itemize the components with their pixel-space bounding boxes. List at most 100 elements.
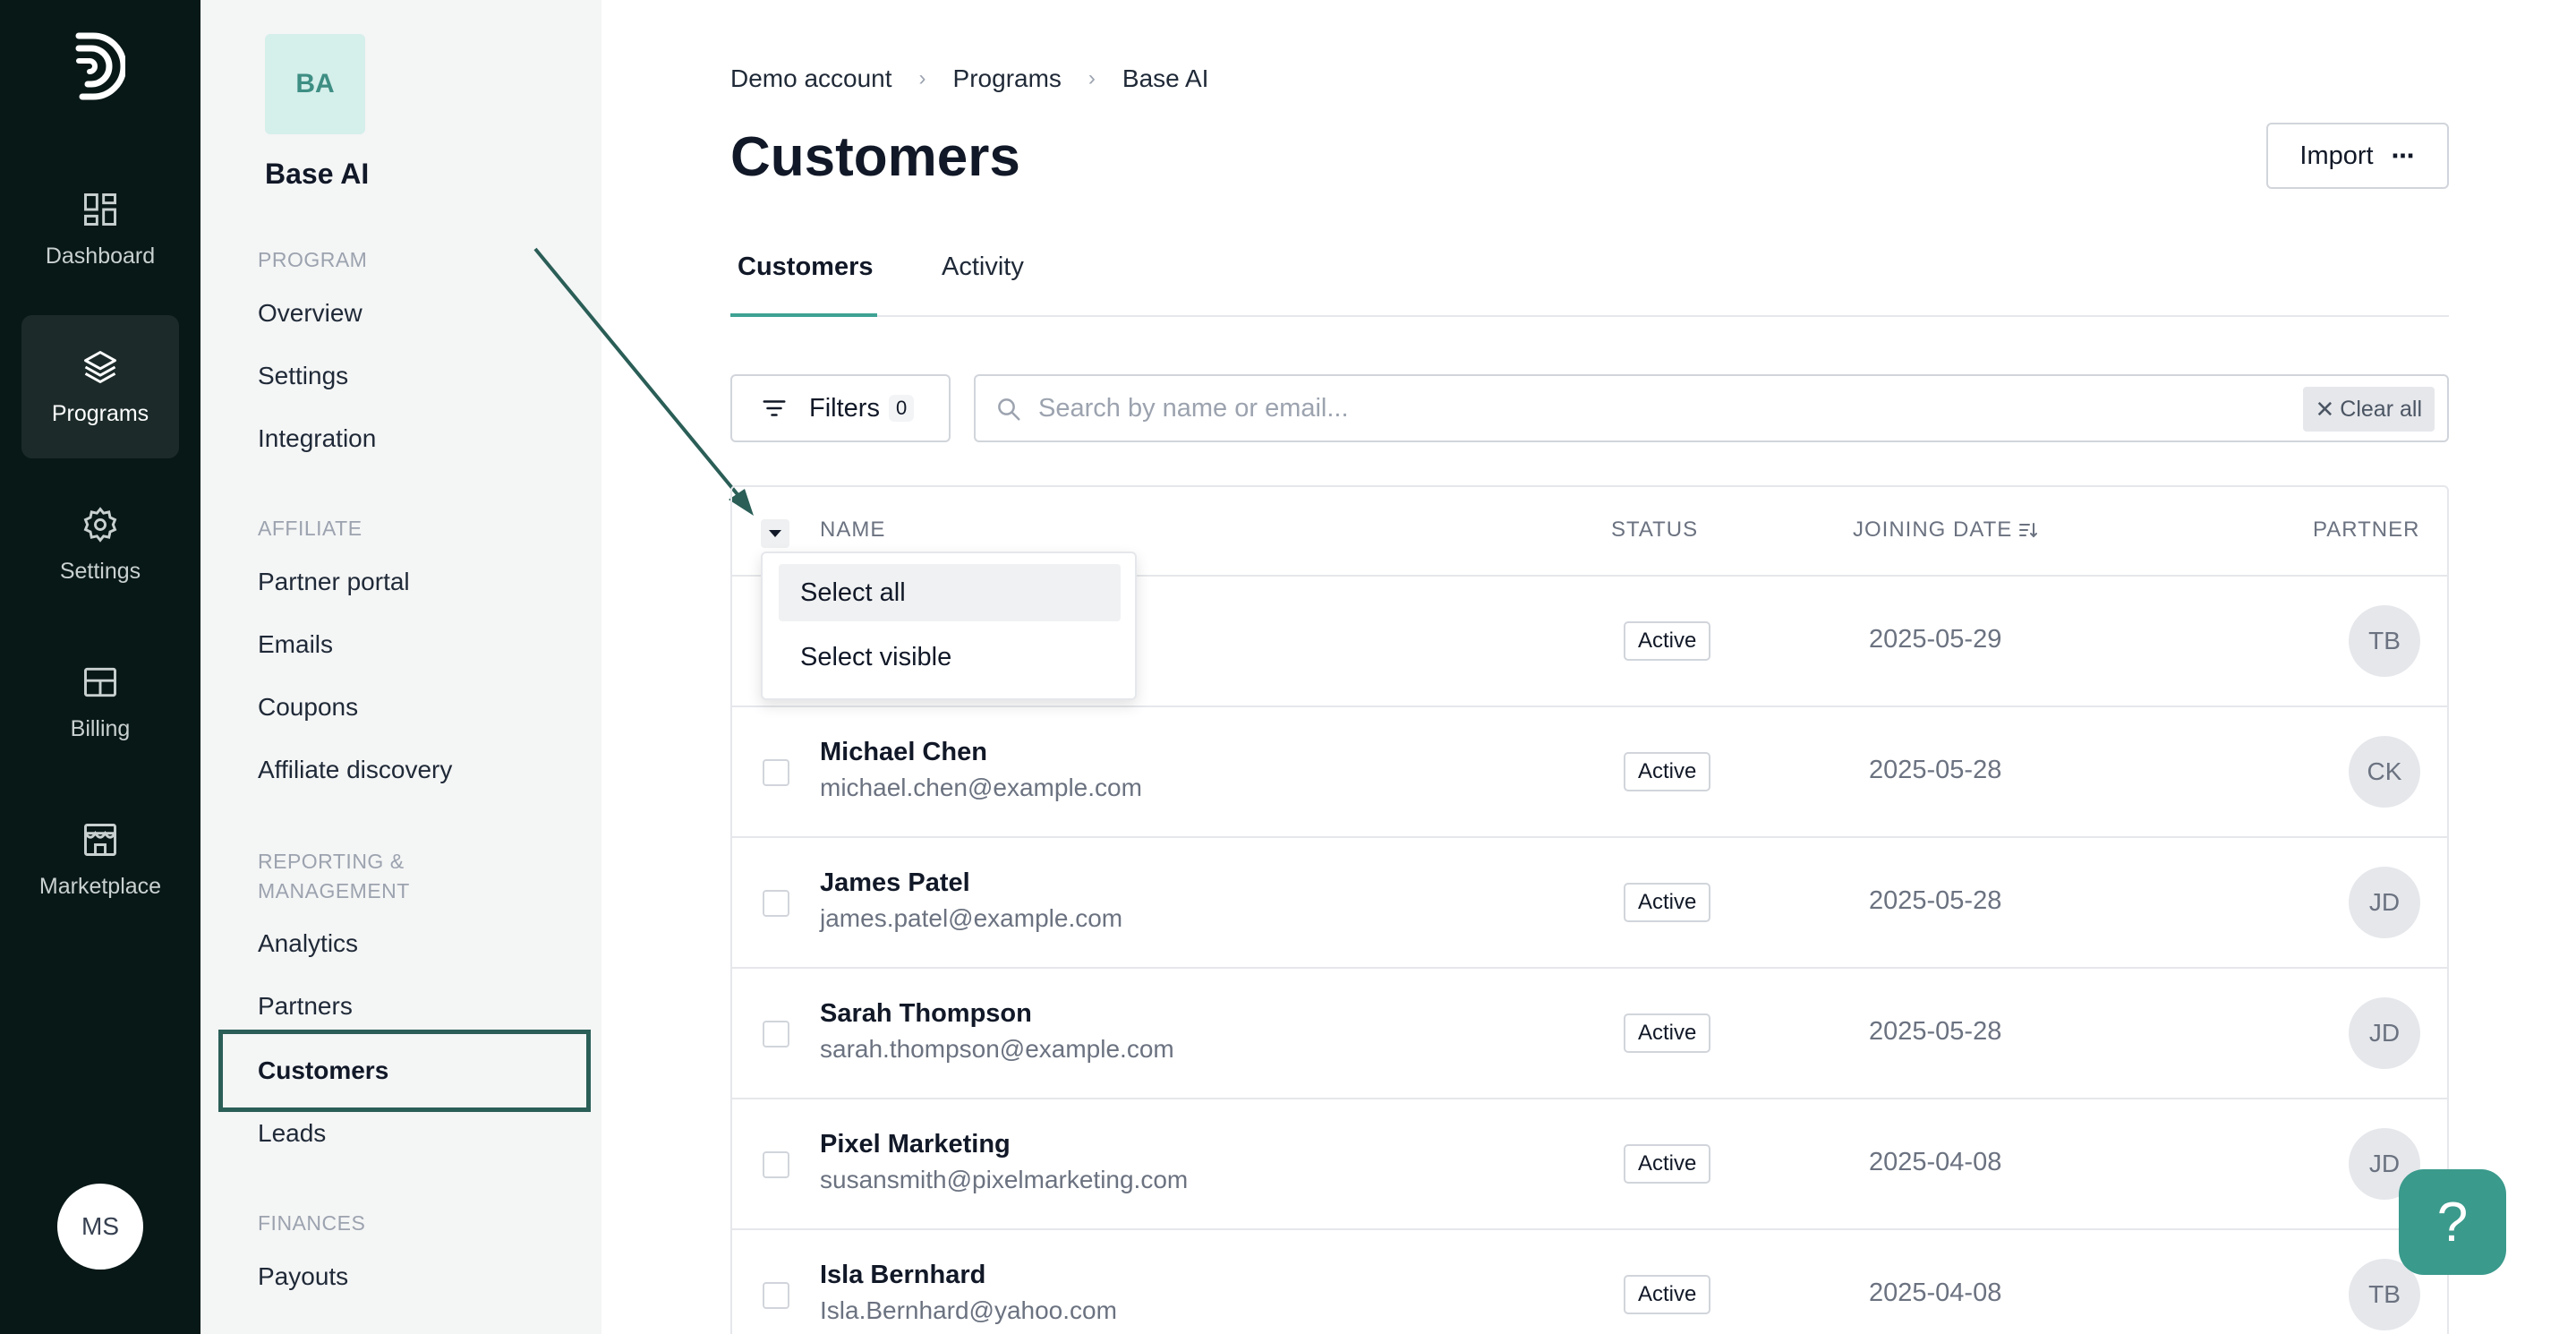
partner-avatar[interactable]: TB — [2349, 605, 2420, 677]
sidebar-item-emails[interactable]: Emails — [258, 630, 333, 659]
row-checkbox[interactable] — [763, 890, 789, 917]
joining-date: 2025-05-29 — [1869, 625, 2002, 654]
help-button[interactable]: ? — [2399, 1169, 2506, 1275]
column-header-name: NAME — [820, 517, 886, 542]
tab-activity[interactable]: Activity — [942, 252, 1024, 282]
row-checkbox[interactable] — [763, 1282, 789, 1309]
tab-customers[interactable]: Customers — [738, 252, 874, 282]
select-all-option[interactable]: Select all — [779, 564, 1121, 621]
customer-name: Pixel Marketing — [820, 1130, 1011, 1159]
rail-item-marketplace[interactable]: Marketplace — [21, 788, 179, 931]
sidebar-item-payouts[interactable]: Payouts — [258, 1262, 348, 1291]
chevron-right-icon: › — [918, 66, 926, 90]
customer-email: sarah.thompson@example.com — [820, 1035, 1174, 1063]
filters-count-badge: 0 — [888, 395, 915, 422]
rail-item-programs[interactable]: Programs — [21, 315, 179, 458]
partner-avatar[interactable]: JD — [2349, 867, 2420, 938]
sidebar-item-overview[interactable]: Overview — [258, 299, 363, 328]
rail-item-label: Programs — [51, 400, 149, 426]
table-row[interactable]: Sarah Thompson sarah.thompson@example.co… — [732, 969, 2447, 1099]
billing-icon — [84, 667, 116, 697]
section-program: PROGRAM — [258, 248, 368, 271]
close-icon: ✕ — [2315, 395, 2335, 423]
customer-email: susansmith@pixelmarketing.com — [820, 1166, 1189, 1193]
sidebar-item-integration[interactable]: Integration — [258, 424, 376, 453]
filters-label: Filters — [809, 393, 880, 423]
section-reporting: REPORTING & MANAGEMENT — [258, 847, 410, 906]
column-header-status: STATUS — [1611, 517, 1699, 542]
import-button[interactable]: Import ⋯ — [2266, 123, 2449, 189]
section-affiliate: AFFILIATE — [258, 517, 363, 540]
tab-bar: Customers Activity — [730, 242, 2449, 317]
status-badge: Active — [1624, 1013, 1711, 1053]
table-row[interactable]: Michael Chen michael.chen@example.com Ac… — [732, 707, 2447, 838]
rail-item-label: Dashboard — [45, 243, 156, 269]
page-title: Customers — [730, 126, 1020, 188]
rail-item-label: Billing — [70, 715, 131, 741]
program-title: Base AI — [265, 158, 370, 190]
filters-button[interactable]: Filters 0 — [730, 374, 951, 442]
sidebar-item-leads[interactable]: Leads — [258, 1119, 326, 1148]
rail-item-label: Marketplace — [38, 873, 162, 899]
column-header-joining-date-label: JOINING DATE — [1853, 517, 2013, 542]
customer-name: Michael Chen — [820, 738, 987, 766]
section-reporting-line2: MANAGEMENT — [258, 879, 410, 902]
breadcrumb-item-account[interactable]: Demo account — [730, 64, 892, 93]
clear-all-button[interactable]: ✕ Clear all — [2302, 387, 2435, 432]
dashboard-icon — [84, 192, 116, 226]
app-rail: Dashboard Programs Settings Billing Mark… — [0, 0, 200, 1334]
joining-date: 2025-05-28 — [1869, 756, 2002, 784]
rail-item-label: Settings — [59, 558, 141, 584]
sidebar-item-settings[interactable]: Settings — [258, 362, 348, 390]
select-dropdown-toggle[interactable] — [761, 519, 789, 548]
import-label: Import — [2299, 141, 2374, 170]
row-checkbox[interactable] — [763, 759, 789, 786]
sidebar-item-affiliate-discovery[interactable]: Affiliate discovery — [258, 756, 452, 784]
sort-desc-icon — [2019, 523, 2038, 538]
sidebar-item-partner-portal[interactable]: Partner portal — [258, 568, 410, 596]
rail-item-billing[interactable]: Billing — [21, 630, 179, 774]
sidebar-item-partners[interactable]: Partners — [258, 992, 353, 1021]
status-badge: Active — [1624, 1275, 1711, 1314]
search-input[interactable] — [1038, 389, 2202, 428]
section-reporting-line1: REPORTING & — [258, 850, 405, 873]
table-row[interactable]: Pixel Marketing susansmith@pixelmarketin… — [732, 1099, 2447, 1230]
sidebar-item-coupons[interactable]: Coupons — [258, 693, 358, 722]
gear-icon — [83, 506, 117, 543]
section-finances: FINANCES — [258, 1211, 366, 1235]
row-checkbox[interactable] — [763, 1151, 789, 1178]
column-header-partner: PARTNER — [2313, 517, 2420, 542]
status-badge: Active — [1624, 883, 1711, 922]
joining-date: 2025-04-08 — [1869, 1148, 2002, 1176]
customer-name: Isla Bernhard — [820, 1261, 986, 1289]
column-header-joining-date[interactable]: JOINING DATE — [1853, 517, 2039, 543]
select-visible-option[interactable]: Select visible — [779, 629, 1121, 686]
logo-icon[interactable] — [73, 32, 125, 100]
search-box: ✕ Clear all — [974, 374, 2449, 442]
sidebar-item-analytics[interactable]: Analytics — [258, 929, 358, 958]
layers-icon — [84, 350, 116, 383]
rail-item-dashboard[interactable]: Dashboard — [21, 158, 179, 301]
row-checkbox[interactable] — [763, 1021, 789, 1048]
user-avatar[interactable]: MS — [57, 1184, 143, 1270]
more-icon: ⋯ — [2391, 141, 2416, 169]
customer-email: michael.chen@example.com — [820, 774, 1142, 801]
rail-item-settings[interactable]: Settings — [21, 473, 179, 616]
status-badge: Active — [1624, 1144, 1711, 1184]
status-badge: Active — [1624, 752, 1711, 791]
program-badge: BA — [265, 34, 365, 134]
table-row[interactable]: Isla Bernhard Isla.Bernhard@yahoo.com Ac… — [732, 1230, 2447, 1334]
breadcrumb-item-programs[interactable]: Programs — [953, 64, 1062, 93]
select-menu: Select all Select visible — [761, 552, 1137, 700]
chevron-right-icon: › — [1088, 66, 1096, 90]
tab-active-indicator — [730, 313, 877, 317]
joining-date: 2025-04-08 — [1869, 1278, 2002, 1307]
partner-avatar[interactable]: CK — [2349, 736, 2420, 808]
store-icon — [84, 823, 116, 856]
breadcrumb-item-program[interactable]: Base AI — [1122, 64, 1209, 93]
joining-date: 2025-05-28 — [1869, 886, 2002, 915]
table-row[interactable]: James Patel james.patel@example.com Acti… — [732, 838, 2447, 969]
partner-avatar[interactable]: JD — [2349, 997, 2420, 1069]
sidebar-item-customers[interactable]: Customers — [218, 1030, 591, 1112]
customer-name: James Patel — [820, 868, 970, 897]
